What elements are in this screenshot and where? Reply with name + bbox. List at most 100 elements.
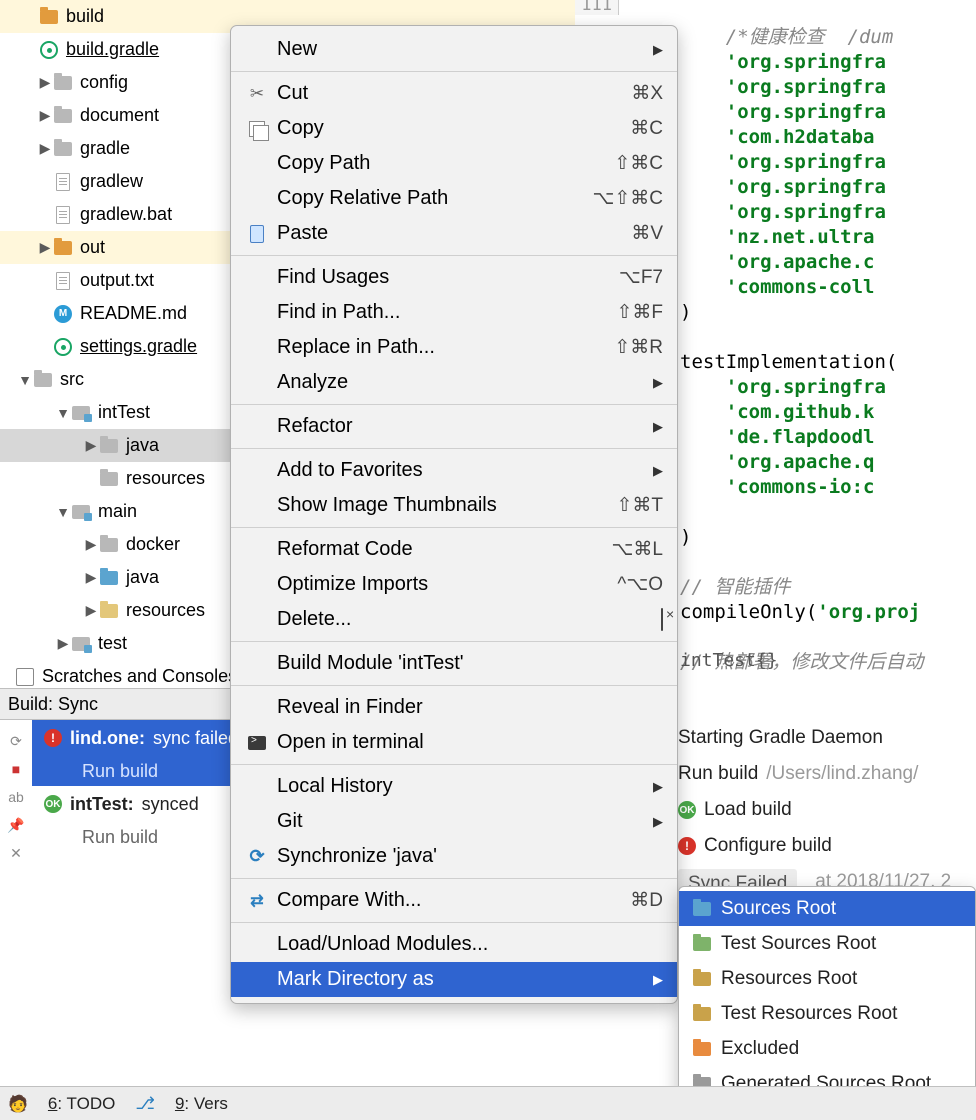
close-icon[interactable]: ✕ xyxy=(5,842,27,864)
shortcut: ^⌥O xyxy=(617,573,663,596)
submenu-resources-root[interactable]: Resources Root xyxy=(679,961,975,996)
file-icon xyxy=(56,272,70,290)
ctx-local-history[interactable]: Local History ▶ xyxy=(231,769,677,804)
tree-label: gradlew.bat xyxy=(80,204,172,225)
chevron-right-icon: ▶ xyxy=(653,779,663,795)
chevron-down-icon[interactable]: ▼ xyxy=(18,372,32,388)
chevron-right-icon[interactable]: ▶ xyxy=(84,437,98,454)
ok-badge-icon: OK xyxy=(678,801,696,819)
chevron-right-icon[interactable]: ▶ xyxy=(38,74,52,91)
ctx-compare-with[interactable]: Compare With...⌘D xyxy=(231,883,677,918)
ctx-label: Add to Favorites xyxy=(277,459,645,482)
ctx-optimize-imports[interactable]: Optimize Imports^⌥O xyxy=(231,567,677,602)
code-line: testImplementation( xyxy=(680,351,897,373)
context-menu[interactable]: New▶ Cut⌘X Copy⌘C Copy Path⇧⌘C Copy Rela… xyxy=(230,25,678,1004)
ctx-delete[interactable]: Delete... xyxy=(231,602,677,637)
ctx-cut[interactable]: Cut⌘X xyxy=(231,76,677,111)
submenu-sources-root[interactable]: Sources Root xyxy=(679,891,975,926)
chevron-down-icon[interactable]: ▼ xyxy=(56,504,70,520)
chevron-down-icon[interactable]: ▼ xyxy=(56,405,70,421)
chevron-right-icon: ▶ xyxy=(653,463,663,479)
code-line: 'com.github.k xyxy=(680,401,874,423)
ctx-label: Show Image Thumbnails xyxy=(277,494,616,517)
ctx-label: Git xyxy=(277,810,645,833)
build-entry-name: intTest: xyxy=(70,794,134,815)
chevron-right-icon: ▶ xyxy=(653,42,663,58)
ctx-refactor[interactable]: Refactor▶ xyxy=(231,409,677,444)
shortcut: ⇧⌘T xyxy=(616,494,663,517)
chevron-right-icon: ▶ xyxy=(653,419,663,435)
ctx-reformat[interactable]: Reformat Code⌥⌘L xyxy=(231,532,677,567)
sources-folder-icon xyxy=(100,571,118,585)
shortcut: ⇧⌘F xyxy=(616,301,663,324)
markdown-icon: M xyxy=(54,305,72,323)
mark-directory-submenu[interactable]: Sources Root Test Sources Root Resources… xyxy=(678,886,976,1106)
submenu-label: Test Resources Root xyxy=(721,1003,897,1025)
chevron-right-icon[interactable]: ▶ xyxy=(38,239,52,256)
ctx-mark-directory-as[interactable]: Mark Directory as▶ xyxy=(231,962,677,997)
todo-tool-button[interactable]: 6: TODO xyxy=(48,1094,115,1114)
tree-label: out xyxy=(80,237,105,258)
shortcut: ⌥F7 xyxy=(619,266,663,289)
status-bar: 🧑 6: TODO ⎇ 9: Vers xyxy=(0,1086,976,1120)
separator xyxy=(231,685,677,686)
separator xyxy=(231,878,677,879)
ctx-new[interactable]: New▶ xyxy=(231,32,677,67)
ctx-build-module[interactable]: Build Module 'intTest' xyxy=(231,646,677,681)
ctx-analyze[interactable]: Analyze▶ xyxy=(231,365,677,400)
submenu-test-resources-root[interactable]: Test Resources Root xyxy=(679,996,975,1031)
ctx-replace-in-path[interactable]: Replace in Path...⇧⌘R xyxy=(231,330,677,365)
ctx-find-in-path[interactable]: Find in Path...⇧⌘F xyxy=(231,295,677,330)
refresh-icon[interactable]: ⟳ xyxy=(5,730,27,752)
ctx-reveal-finder[interactable]: Reveal in Finder xyxy=(231,690,677,725)
filter-icon[interactable]: ab xyxy=(5,786,27,808)
pin-icon[interactable]: 📌 xyxy=(5,814,27,836)
separator xyxy=(231,255,677,256)
tree-label: java xyxy=(126,435,159,456)
tree-label: document xyxy=(80,105,159,126)
vcs-tool-button[interactable]: 9: Vers xyxy=(175,1094,228,1114)
ctx-find-usages[interactable]: Find Usages⌥F7 xyxy=(231,260,677,295)
stop-icon[interactable]: ■ xyxy=(5,758,27,780)
mnemonic: 6 xyxy=(48,1094,57,1113)
chevron-right-icon[interactable]: ▶ xyxy=(84,569,98,586)
resources-folder-icon xyxy=(100,604,118,618)
ctx-load-unload[interactable]: Load/Unload Modules... xyxy=(231,927,677,962)
chevron-right-icon[interactable]: ▶ xyxy=(84,536,98,553)
ctx-copy-path[interactable]: Copy Path⇧⌘C xyxy=(231,146,677,181)
scratch-icon xyxy=(16,668,34,686)
ctx-label: Local History xyxy=(277,775,645,798)
ctx-git[interactable]: Git▶ xyxy=(231,804,677,839)
ctx-synchronize[interactable]: Synchronize 'java' xyxy=(231,839,677,874)
code-line: 'org.springfra xyxy=(680,376,886,398)
breadcrumb-scope[interactable]: intTest{} xyxy=(680,650,778,671)
code-line: 'org.springfra xyxy=(680,51,886,73)
chevron-right-icon[interactable]: ▶ xyxy=(38,140,52,157)
module-folder-icon xyxy=(72,637,90,651)
ctx-label: Delete... xyxy=(277,608,661,631)
chevron-right-icon[interactable]: ▶ xyxy=(84,602,98,619)
ctx-show-thumbnails[interactable]: Show Image Thumbnails⇧⌘T xyxy=(231,488,677,523)
code-line: 'org.springfra xyxy=(680,151,886,173)
ctx-label: Synchronize 'java' xyxy=(277,845,663,868)
chevron-right-icon[interactable]: ▶ xyxy=(56,635,70,652)
mnemonic: 9 xyxy=(175,1094,184,1113)
chevron-right-icon[interactable]: ▶ xyxy=(38,107,52,124)
ctx-add-favorites[interactable]: Add to Favorites ▶ xyxy=(231,453,677,488)
submenu-excluded[interactable]: Excluded xyxy=(679,1031,975,1066)
build-sync-header: Build: Sync xyxy=(0,688,230,720)
folder-icon xyxy=(100,472,118,486)
submenu-label: Resources Root xyxy=(721,968,857,990)
sync-text: Starting Gradle Daemon xyxy=(678,727,883,749)
ctx-copy-relative-path[interactable]: Copy Relative Path⌥⇧⌘C xyxy=(231,181,677,216)
ctx-paste[interactable]: Paste⌘V xyxy=(231,216,677,251)
code-line: 'org.springfra xyxy=(680,101,886,123)
ctx-open-terminal[interactable]: Open in terminal xyxy=(231,725,677,760)
paste-icon xyxy=(245,225,269,243)
ctx-label: Analyze xyxy=(277,371,645,394)
code-editor[interactable]: /*健康检查 /dum 'org.springfra 'org.springfr… xyxy=(680,0,976,675)
ok-badge-icon: OK xyxy=(44,795,62,813)
submenu-test-sources-root[interactable]: Test Sources Root xyxy=(679,926,975,961)
ctx-copy[interactable]: Copy⌘C xyxy=(231,111,677,146)
sync-path: /Users/lind.zhang/ xyxy=(766,763,918,785)
